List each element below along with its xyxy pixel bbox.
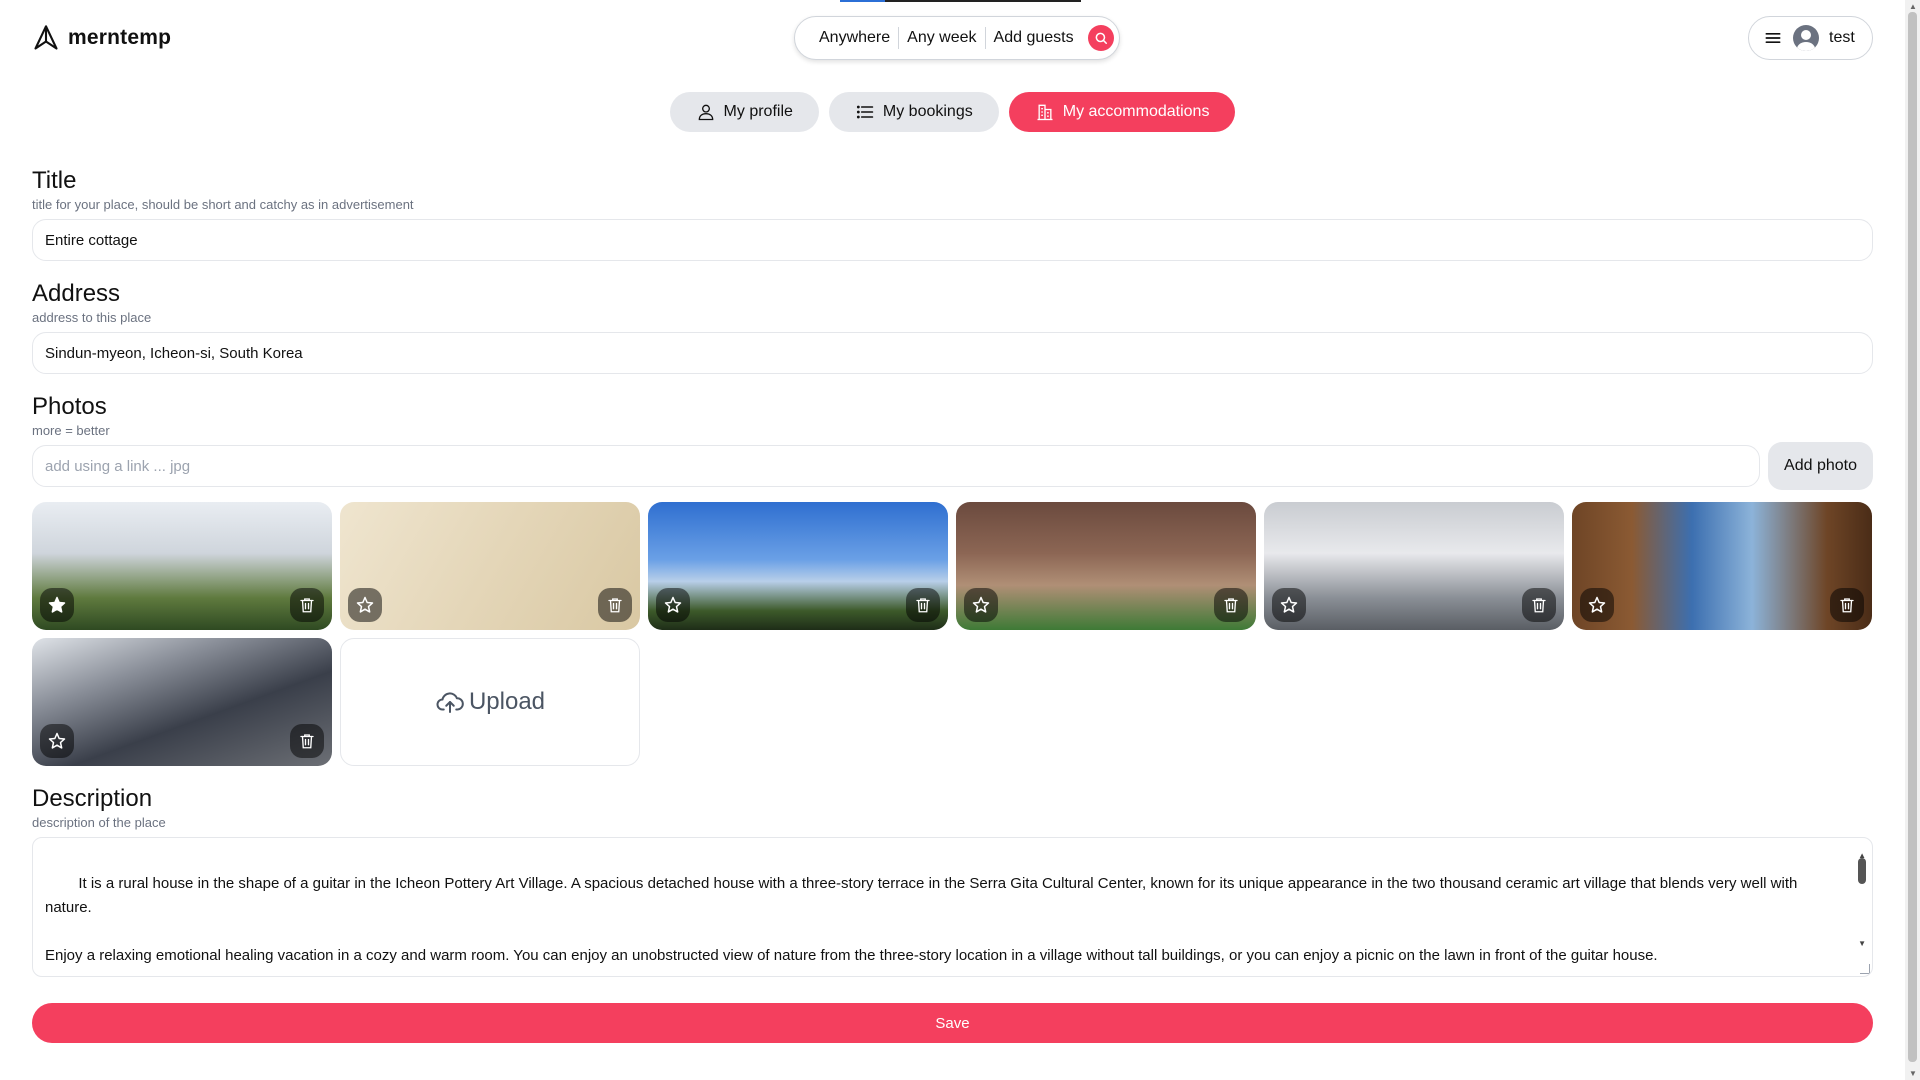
address-section: Address address to this place — [32, 279, 1873, 374]
star-icon — [1588, 596, 1606, 613]
account-nav: My profile My bookings My accommodations — [0, 92, 1905, 132]
list-icon — [856, 105, 874, 119]
scrollbar-thumb[interactable] — [1908, 12, 1917, 1062]
delete-photo-button[interactable] — [598, 588, 632, 622]
delete-photo-button[interactable] — [906, 588, 940, 622]
trash-icon — [608, 598, 622, 613]
avatar — [1793, 25, 1819, 51]
logo[interactable]: merntemp — [32, 24, 171, 52]
menu-icon — [1765, 33, 1781, 44]
search-bar[interactable]: Anywhere Any week Add guests — [794, 16, 1120, 60]
photo-thumbnail — [956, 502, 1256, 630]
trash-icon — [1532, 598, 1546, 613]
cloud-upload-icon — [436, 692, 464, 713]
set-main-photo-button[interactable] — [964, 588, 998, 622]
delete-photo-button[interactable] — [290, 588, 324, 622]
photos-label: Photos — [32, 393, 107, 420]
search-add-guests[interactable]: Add guests — [986, 29, 1082, 47]
trash-icon — [1840, 598, 1854, 613]
trash-icon — [1224, 598, 1238, 613]
photo-thumbnail — [32, 638, 332, 766]
add-photo-button[interactable]: Add photo — [1768, 442, 1873, 490]
photo-thumbnail — [32, 502, 332, 630]
address-hint: address to this place — [32, 310, 152, 325]
accommodation-form: Title title for your place, should be sh… — [32, 166, 1873, 1043]
photo-thumbnail — [340, 502, 640, 630]
delete-photo-button[interactable] — [1214, 588, 1248, 622]
page-scrollbar[interactable]: ▲ ▼ — [1905, 0, 1920, 1080]
building-icon — [1037, 104, 1053, 121]
set-main-photo-button[interactable] — [40, 588, 74, 622]
user-menu[interactable]: test — [1748, 16, 1873, 60]
logo-icon — [34, 25, 58, 50]
title-section: Title title for your place, should be sh… — [32, 166, 1873, 261]
title-label: Title — [32, 167, 77, 194]
photo-thumbnail — [1264, 502, 1564, 630]
address-input[interactable] — [32, 332, 1873, 374]
trash-icon — [300, 598, 314, 613]
trash-icon — [300, 734, 314, 749]
photos-hint: more = better — [32, 423, 110, 438]
star-icon — [356, 596, 374, 613]
title-input[interactable] — [32, 219, 1873, 261]
star-icon — [48, 732, 66, 749]
scroll-down-arrow[interactable]: ▼ — [1858, 932, 1866, 956]
delete-photo-button[interactable] — [290, 724, 324, 758]
user-icon — [698, 104, 713, 121]
tab-my-accommodations[interactable]: My accommodations — [1008, 92, 1236, 132]
search-button[interactable] — [1087, 25, 1114, 51]
set-main-photo-button[interactable] — [348, 588, 382, 622]
tab-my-profile[interactable]: My profile — [669, 92, 819, 132]
textarea-scrollbar[interactable] — [1858, 858, 1866, 884]
resize-handle[interactable] — [1860, 964, 1870, 974]
photo-link-input[interactable] — [32, 445, 1761, 487]
page: merntemp Anywhere Any week Add guests te… — [0, 0, 1905, 1080]
search-anywhere[interactable]: Anywhere — [811, 29, 898, 47]
tab-label: My accommodations — [1062, 103, 1210, 120]
description-text: It is a rural house in the shape of a gu… — [45, 875, 1798, 964]
set-main-photo-button[interactable] — [656, 588, 690, 622]
star-icon — [664, 596, 682, 613]
scroll-down-arrow[interactable]: ▼ — [1909, 1069, 1917, 1078]
description-hint: description of the place — [32, 815, 166, 830]
logo-text: merntemp — [68, 26, 172, 49]
set-main-photo-button[interactable] — [1272, 588, 1306, 622]
scroll-up-arrow[interactable]: ▲ — [1909, 2, 1917, 11]
description-textarea[interactable]: It is a rural house in the shape of a gu… — [32, 837, 1873, 977]
photo-thumbnail — [1572, 502, 1872, 630]
set-main-photo-button[interactable] — [40, 724, 74, 758]
search-icon — [1095, 32, 1107, 45]
upload-label: Upload — [468, 688, 546, 715]
delete-photo-button[interactable] — [1522, 588, 1556, 622]
star-icon — [972, 596, 990, 613]
save-button[interactable]: Save — [32, 1003, 1873, 1043]
tab-label: My bookings — [882, 103, 973, 120]
description-label: Description — [32, 785, 153, 812]
tab-label: My profile — [723, 103, 793, 120]
star-icon — [1280, 596, 1298, 613]
description-section: Description description of the place It … — [32, 784, 1873, 977]
delete-photo-button[interactable] — [1830, 588, 1864, 622]
address-label: Address — [32, 280, 121, 307]
photos-section: Photos more = better Add photo Upload — [32, 392, 1873, 766]
star-icon — [48, 596, 66, 613]
trash-icon — [916, 598, 930, 613]
photo-link-row: Add photo — [32, 442, 1873, 490]
tab-my-bookings[interactable]: My bookings — [828, 92, 999, 132]
header: merntemp Anywhere Any week Add guests te… — [0, 0, 1905, 78]
photo-grid: Upload — [32, 502, 1873, 766]
set-main-photo-button[interactable] — [1580, 588, 1614, 622]
user-name: test — [1829, 29, 1855, 46]
upload-button[interactable]: Upload — [340, 638, 640, 766]
photo-thumbnail — [648, 502, 948, 630]
title-hint: title for your place, should be short an… — [32, 197, 414, 212]
search-any-week[interactable]: Any week — [899, 29, 984, 47]
